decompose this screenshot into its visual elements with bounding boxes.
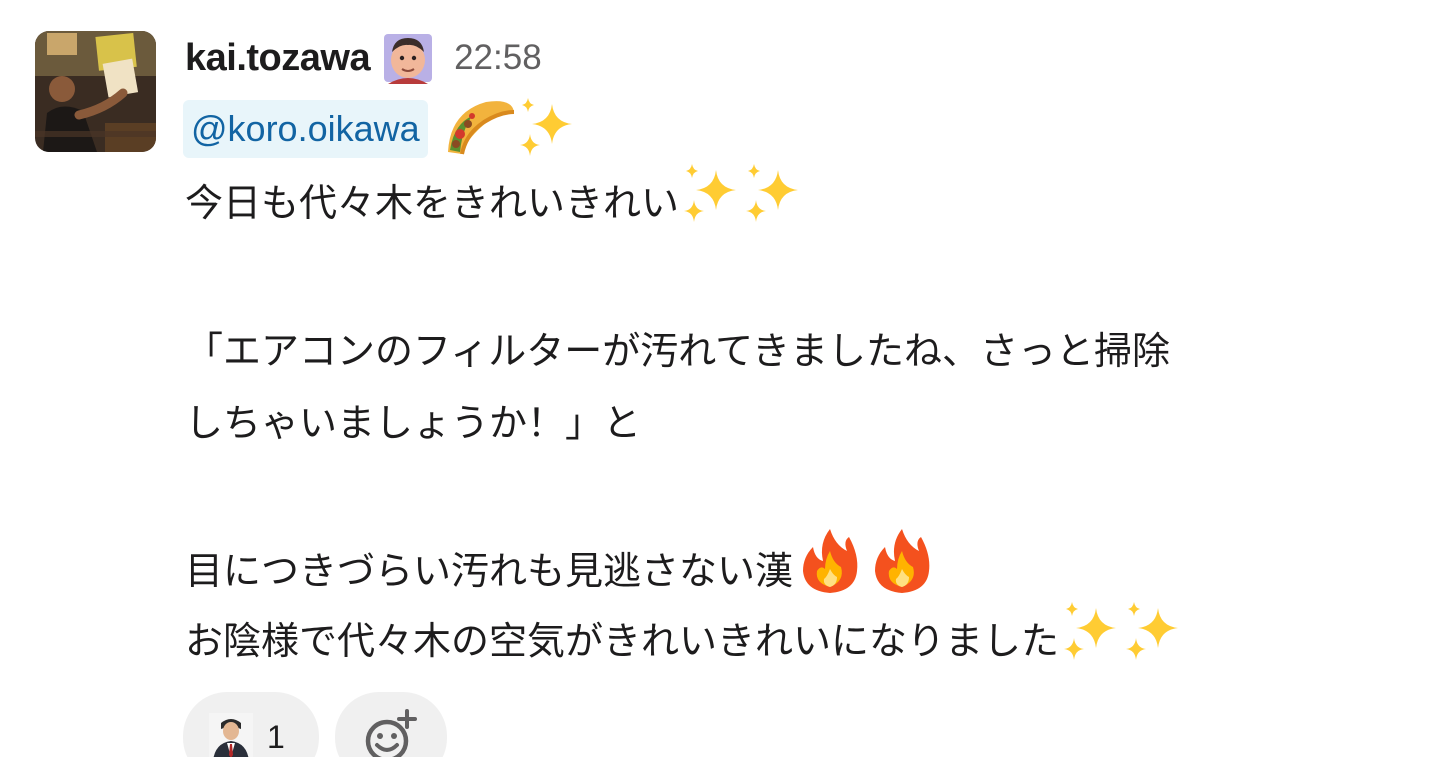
timestamp[interactable]: 22:58 — [454, 38, 542, 78]
reaction-count: 1 — [267, 718, 285, 755]
message-text: 目につきづらい汚れも見逃さない漢 — [185, 549, 794, 593]
user-photo-avatar — [35, 31, 156, 152]
sparkles-emoji-icon — [1059, 598, 1121, 684]
message-line-4: しちゃいましょうか！」と — [185, 390, 641, 456]
sparkles-emoji-icon — [1121, 598, 1183, 684]
add-emoji-reaction-icon — [365, 709, 417, 757]
fire-emoji-icon — [797, 525, 863, 617]
taco-emoji-icon — [442, 94, 516, 164]
sparkles-emoji-icon — [516, 94, 576, 164]
username[interactable]: kai.tozawa — [185, 37, 371, 80]
person-in-suit-avatar-icon — [209, 713, 253, 757]
message-line-3: 「エアコンのフィルターが汚れてきましたね、さっと掃除 — [185, 318, 1170, 384]
message-line-1: 今日も代々木をきれいきれい — [185, 164, 803, 236]
reaction-pill[interactable]: 1 — [183, 692, 319, 757]
user-avatar[interactable] — [35, 31, 156, 152]
message-text: 今日も代々木をきれいきれい — [185, 181, 680, 225]
sparkles-emoji-icon — [741, 160, 803, 246]
user-mention[interactable]: @koro.oikawa — [183, 100, 428, 158]
slack-message: kai.tozawa 22:58 @koro.oikawa 今日も代々木をきれい… — [0, 0, 1440, 757]
message-line-6: 目につきづらい汚れも見逃さない漢 — [185, 529, 935, 604]
message-line-7: お陰様で代々木の空気がきれいきれいになりました — [185, 602, 1183, 674]
message-header: kai.tozawa 22:58 — [185, 30, 542, 86]
fire-emoji-icon — [869, 525, 935, 617]
add-reaction-button[interactable] — [335, 692, 447, 757]
message-text: お陰様で代々木の空気がきれいきれいになりました — [185, 619, 1060, 663]
mention-line: @koro.oikawa — [183, 96, 576, 162]
reactions-bar: 1 — [183, 692, 447, 757]
face-emoji-icon — [382, 32, 434, 84]
message-text: 「エアコンのフィルターが汚れてきましたね、さっと掃除 — [185, 329, 1170, 373]
sparkles-emoji-icon — [679, 160, 741, 246]
message-text: しちゃいましょうか！」と — [185, 401, 642, 445]
